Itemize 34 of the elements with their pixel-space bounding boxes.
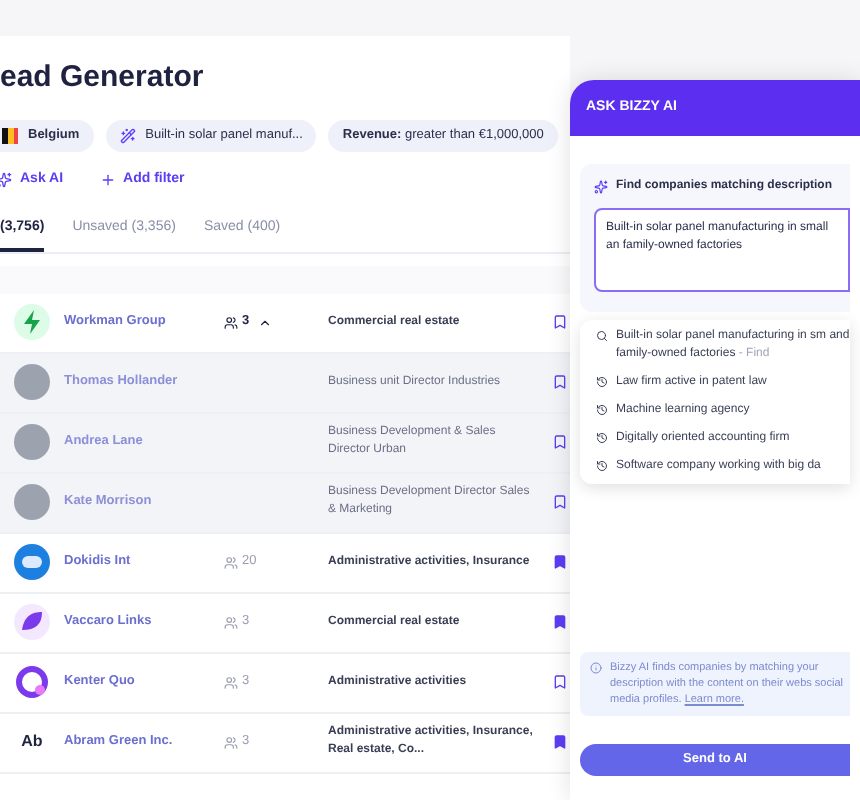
sparkle-icon [594,180,608,194]
chevron-up-icon[interactable] [257,315,272,329]
history-icon [596,376,608,388]
avatar-placeholder [14,364,50,400]
bookmark-icon[interactable] [552,614,568,630]
history-icon [596,404,608,416]
history-icon [596,460,608,472]
info-icon [590,662,602,674]
ring-logo-icon [14,664,50,700]
leaf-logo-icon [14,604,50,640]
flag-icon [2,128,18,144]
bookmark-icon[interactable] [552,734,568,750]
bolt-logo-icon [14,304,50,340]
search-icon [596,330,608,342]
avatar-placeholder [14,424,50,460]
chat-logo-icon [14,544,50,580]
people-icon [224,555,238,569]
bookmark-icon[interactable] [552,314,568,330]
people-icon [224,315,238,329]
bookmark-icon[interactable] [552,434,568,450]
magic-wand-icon [119,128,136,144]
bookmark-icon[interactable] [552,494,568,510]
plus-icon [99,172,116,188]
people-icon [224,615,238,629]
bookmark-icon[interactable] [552,554,568,570]
page-title: ead Generator [0,60,206,96]
bookmark-icon[interactable] [552,674,568,690]
bookmark-icon[interactable] [552,374,568,390]
company-initials: Ab [19,730,45,754]
people-icon [224,735,238,749]
people-icon [224,675,238,689]
history-icon [596,432,608,444]
sparkle-icon [0,172,12,188]
avatar-placeholder [14,484,50,520]
